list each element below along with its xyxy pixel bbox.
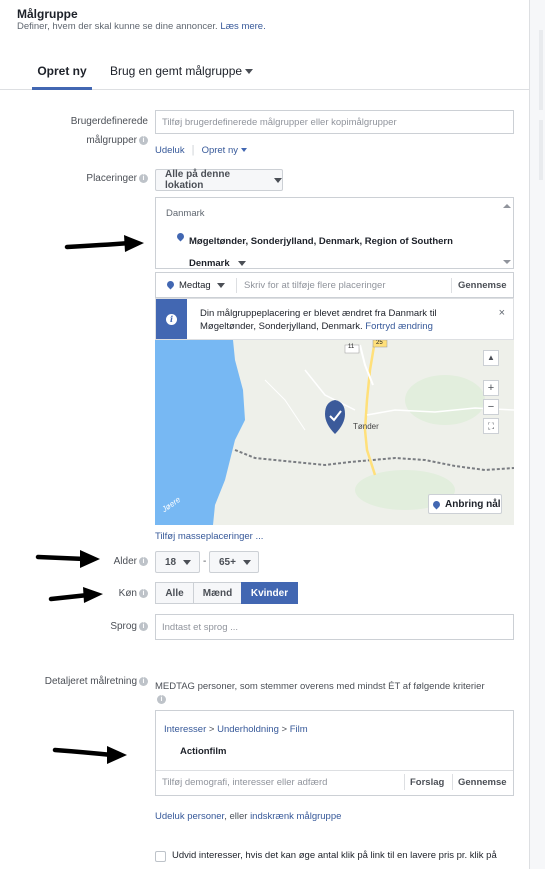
divider bbox=[236, 278, 237, 293]
tab-use-saved[interactable]: Brug en gemt målgruppe bbox=[110, 64, 254, 78]
targeting-search-input[interactable]: Tilføj demografi, interesser eller adfær… bbox=[162, 777, 327, 788]
scroll-up-icon[interactable] bbox=[503, 204, 511, 208]
road-label: 11 bbox=[348, 344, 355, 350]
languages-label: Sprog i bbox=[40, 621, 148, 632]
section-title: Målgruppe bbox=[17, 7, 78, 21]
info-icon[interactable]: i bbox=[157, 694, 166, 704]
location-search-input[interactable]: Skriv for at tilføje flere placeringer bbox=[244, 280, 386, 291]
location-type-dropdown[interactable]: Alle på denne lokation bbox=[155, 169, 283, 191]
undo-change-link[interactable]: Fortryd ændring bbox=[365, 321, 433, 332]
pan-up-icon[interactable]: ▲ bbox=[483, 350, 499, 366]
selected-location[interactable]: Møgeltønder, Sonderjylland, Denmark, Reg… bbox=[189, 231, 479, 275]
divider bbox=[452, 774, 453, 790]
suggestions-button[interactable]: Forslag bbox=[410, 777, 444, 788]
expand-interests-label: Udvid interesser, hvis det kan øge antal… bbox=[172, 850, 497, 861]
breadcrumb-entertainment[interactable]: Underholdning bbox=[217, 724, 279, 735]
location-changed-notice: i Din målgruppeplacering er blevet ændre… bbox=[155, 298, 514, 340]
divider bbox=[451, 278, 452, 293]
custom-audiences-label: Brugerdefinerede målgrupper i bbox=[70, 116, 148, 146]
browse-button[interactable]: Gennemse bbox=[458, 777, 507, 788]
scroll-down-icon[interactable] bbox=[503, 260, 511, 264]
custom-audiences-input[interactable]: Tilføj brugerdefinerede målgrupper eller… bbox=[155, 110, 514, 134]
gender-women-button[interactable]: Kvinder bbox=[241, 582, 298, 604]
chevron-down-icon bbox=[183, 559, 192, 565]
info-icon: i bbox=[166, 314, 177, 325]
section-subtitle: Definer, hvem der skal kunne se dine ann… bbox=[17, 21, 266, 32]
age-max-dropdown[interactable]: 65+ bbox=[209, 551, 259, 573]
annotation-arrow-targeting bbox=[52, 746, 127, 764]
location-pin-icon bbox=[431, 499, 442, 509]
scrollbar[interactable] bbox=[501, 200, 511, 266]
zoom-in-icon[interactable]: + bbox=[483, 380, 499, 396]
custom-audiences-actions: Udeluk | Opret ny bbox=[155, 144, 247, 156]
zoom-out-icon[interactable]: − bbox=[483, 399, 499, 415]
chevron-down-icon bbox=[245, 69, 254, 75]
annotation-arrow-age bbox=[35, 550, 100, 568]
exclude-link[interactable]: Udeluk bbox=[155, 145, 185, 156]
location-pin-icon bbox=[175, 231, 186, 242]
expand-interests-checkbox[interactable] bbox=[155, 851, 166, 862]
create-new-link[interactable]: Opret ny bbox=[202, 145, 247, 156]
chevron-down-icon bbox=[242, 559, 251, 565]
location-map[interactable]: Tønder 11 25 Jøere ▲ + − ⛶ Anbring nål bbox=[155, 340, 514, 525]
detailed-targeting-label: Detaljeret målretning i bbox=[20, 676, 148, 687]
audience-panel: Målgruppe Definer, hvem der skal kunne s… bbox=[0, 0, 530, 869]
location-search-row: Medtag Skriv for at tilføje flere placer… bbox=[155, 272, 514, 298]
selected-locations-box: Danmark Møgeltønder, Sonderjylland, Denm… bbox=[155, 197, 514, 269]
gender-men-button[interactable]: Mænd bbox=[193, 582, 242, 604]
divider bbox=[156, 770, 513, 771]
learn-more-link[interactable]: Læs mere. bbox=[220, 21, 265, 32]
targeting-item[interactable]: Actionfilm bbox=[180, 746, 226, 757]
age-separator: - bbox=[203, 556, 207, 567]
info-icon[interactable]: i bbox=[139, 173, 148, 183]
annotation-arrow-gender bbox=[48, 587, 103, 603]
locations-label: Placeringer i bbox=[40, 173, 148, 184]
include-dropdown[interactable]: Medtag bbox=[179, 280, 225, 291]
narrow-audience-link[interactable]: indskrænk målgruppe bbox=[250, 811, 341, 822]
notice-bar: i bbox=[156, 299, 187, 339]
audience-tabs: Opret ny Brug en gemt målgruppe bbox=[0, 58, 530, 90]
age-min-dropdown[interactable]: 18 bbox=[155, 551, 200, 573]
chevron-down-icon bbox=[241, 148, 247, 153]
map-town-label: Tønder bbox=[353, 422, 379, 431]
exclude-people-link[interactable]: Udeluk personer bbox=[155, 811, 224, 822]
fullscreen-icon[interactable]: ⛶ bbox=[483, 418, 499, 434]
road-label: 25 bbox=[376, 340, 383, 346]
annotation-arrow-location bbox=[64, 235, 144, 252]
info-icon[interactable]: i bbox=[139, 621, 148, 631]
bulk-add-locations-link[interactable]: Tilføj masseplaceringer ... bbox=[155, 531, 263, 542]
location-country: Danmark bbox=[166, 208, 205, 219]
info-icon[interactable]: i bbox=[139, 556, 148, 566]
detailed-targeting-description: MEDTAG personer, som stemmer overens med… bbox=[155, 681, 485, 704]
gender-selector: Alle Mænd Kvinder bbox=[155, 582, 298, 604]
chevron-down-icon bbox=[274, 177, 282, 183]
right-sidebar-edge bbox=[537, 0, 545, 869]
close-icon[interactable]: × bbox=[499, 307, 505, 319]
breadcrumb-film[interactable]: Film bbox=[290, 724, 308, 735]
info-icon[interactable]: i bbox=[139, 588, 148, 598]
detailed-targeting-box: Interesser > Underholdning > Film Action… bbox=[155, 710, 514, 796]
browse-button[interactable]: Gennemse bbox=[458, 280, 507, 291]
divider bbox=[404, 774, 405, 790]
breadcrumb: Interesser > Underholdning > Film bbox=[164, 724, 308, 735]
location-pin-icon bbox=[165, 279, 176, 290]
info-icon[interactable]: i bbox=[139, 135, 148, 145]
languages-input[interactable]: Indtast et sprog ... bbox=[155, 614, 514, 640]
tab-create-new[interactable]: Opret ny bbox=[32, 64, 92, 90]
info-icon[interactable]: i bbox=[139, 676, 148, 686]
breadcrumb-interests[interactable]: Interesser bbox=[164, 724, 206, 735]
drop-pin-button[interactable]: Anbring nål bbox=[428, 494, 502, 514]
chevron-down-icon bbox=[237, 260, 246, 266]
chevron-down-icon bbox=[216, 282, 225, 288]
exclude-narrow-row: Udeluk personer, eller indskrænk målgrup… bbox=[155, 811, 342, 822]
gender-all-button[interactable]: Alle bbox=[155, 582, 194, 604]
